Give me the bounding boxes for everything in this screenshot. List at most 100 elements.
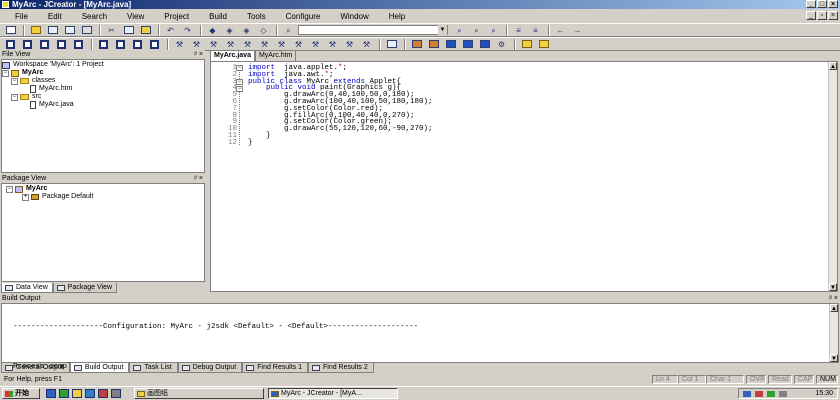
volume-icon[interactable] — [779, 391, 787, 397]
compile-project-icon[interactable]: ⚒ — [189, 39, 204, 50]
scroll-up-icon[interactable]: ▲ — [830, 304, 838, 312]
menu-view[interactable]: View — [116, 12, 153, 21]
expand-icon[interactable]: + — [22, 193, 29, 201]
tools-icon[interactable] — [477, 39, 492, 50]
new-field-icon[interactable] — [147, 39, 162, 50]
package-node[interactable]: + Package Default — [2, 193, 204, 201]
new-class-icon[interactable] — [96, 39, 111, 50]
rebuild-icon[interactable]: ⚒ — [223, 39, 238, 50]
context-help-icon[interactable] — [536, 39, 551, 50]
title-bar[interactable]: MyArc - JCreator - [MyArc.java] _ □ × — [0, 0, 840, 9]
tab-general-output[interactable]: General Output — [1, 363, 70, 373]
pin-icon[interactable]: ᵖ × — [829, 294, 838, 303]
stop-build-icon[interactable]: ⚒ — [240, 39, 255, 50]
collapse-icon[interactable]: − — [2, 69, 9, 77]
scroll-down-icon[interactable]: ▼ — [830, 354, 838, 362]
save-icon[interactable] — [45, 25, 60, 36]
forward-icon[interactable]: → — [570, 25, 585, 36]
editor-vertical-scrollbar[interactable]: ▲ ▼ — [828, 62, 837, 291]
clock[interactable]: 15:30 — [815, 389, 833, 399]
code-editor[interactable]: 1 2 3 4 5 6 7 8 9 10 11 12 − − − import java.applet… — [210, 61, 838, 292]
build-project-icon[interactable]: ⚒ — [206, 39, 221, 50]
scroll-up-icon[interactable]: ▲ — [829, 62, 837, 70]
build-output-scrollbar[interactable]: ▲ ▼ — [829, 304, 838, 362]
outdent-icon[interactable]: ≡ — [528, 25, 543, 36]
maximize-button[interactable]: □ — [817, 0, 827, 8]
debug-icon[interactable]: ⚒ — [274, 39, 289, 50]
toggle-breakpoint-icon[interactable]: ⚒ — [359, 39, 374, 50]
collapse-icon[interactable]: − — [11, 93, 18, 101]
paste-icon[interactable] — [138, 25, 153, 36]
clear-bookmarks-icon[interactable]: ◇ — [256, 25, 271, 36]
tab-package-view[interactable]: Package View — [52, 283, 118, 293]
code-line[interactable]: } — [248, 139, 433, 147]
bookmark-icon[interactable]: ◆ — [205, 25, 220, 36]
app-icon[interactable] — [98, 389, 108, 398]
tab-build-output[interactable]: Build Output — [69, 363, 130, 373]
ie-icon[interactable] — [46, 389, 56, 398]
file-node-java[interactable]: MyArc.java — [2, 101, 204, 109]
doc-close-button[interactable]: × — [828, 11, 838, 20]
find-icon[interactable]: ⌕ — [281, 25, 296, 36]
package-project-node[interactable]: − MyArc — [2, 185, 204, 193]
run-to-cursor-icon[interactable]: ⚒ — [342, 39, 357, 50]
tab-debug-output[interactable]: Debug Output — [177, 363, 243, 373]
menu-window[interactable]: Window — [329, 12, 377, 21]
tab-task-list[interactable]: Task List — [129, 363, 178, 373]
output-window-icon[interactable] — [20, 39, 35, 50]
print-icon[interactable] — [79, 25, 94, 36]
build-output-panel[interactable]: --------------------Configuration: MyArc… — [1, 303, 839, 371]
menu-help[interactable]: Help — [378, 12, 414, 21]
project-node[interactable]: − MyArc — [2, 69, 204, 77]
tab-find-results-2[interactable]: Find Results 2 — [307, 363, 374, 373]
menu-edit[interactable]: Edit — [37, 12, 71, 21]
task-button-paint[interactable]: 画图纸 — [134, 388, 264, 399]
tab-find-results-1[interactable]: Find Results 1 — [242, 363, 308, 373]
find-in-files-icon[interactable]: ⌕ — [452, 25, 467, 36]
pin-icon[interactable]: ᵖ × — [194, 50, 203, 59]
code-line[interactable]: } — [248, 132, 433, 140]
menu-configure[interactable]: Configure — [275, 12, 330, 21]
undo-icon[interactable]: ↶ — [163, 25, 178, 36]
input-method-icon[interactable] — [767, 391, 775, 397]
prev-bookmark-icon[interactable]: ◈ — [222, 25, 237, 36]
step-out-icon[interactable]: ⚒ — [325, 39, 340, 50]
step-into-icon[interactable]: ⚒ — [291, 39, 306, 50]
start-button[interactable]: 开始 — [2, 388, 40, 399]
redo-icon[interactable]: ↷ — [180, 25, 195, 36]
pin-icon[interactable]: ᵖ × — [194, 174, 203, 183]
explorer-icon[interactable] — [72, 389, 82, 398]
step-over-icon[interactable]: ⚒ — [308, 39, 323, 50]
back-icon[interactable]: ← — [553, 25, 568, 36]
fold-toggle-icon[interactable]: − — [236, 65, 243, 71]
tab-myarc-htm[interactable]: MyArc.htm — [254, 50, 297, 61]
new-interface-icon[interactable] — [113, 39, 128, 50]
file-view-header[interactable]: File View ᵖ × — [0, 50, 205, 59]
code-line[interactable]: g.drawArc(55,120,120,60,-90,270); — [248, 125, 433, 133]
package-view-header[interactable]: Package View ᵖ × — [0, 174, 205, 183]
build-output-header[interactable]: Build Output ᵖ × — [0, 294, 840, 303]
help-icon[interactable] — [519, 39, 534, 50]
menu-build[interactable]: Build — [198, 12, 236, 21]
package-view-icon[interactable] — [37, 39, 52, 50]
doc-minimize-button[interactable]: _ — [806, 11, 816, 20]
fold-toggle-icon[interactable]: − — [236, 79, 243, 85]
app-icon[interactable] — [111, 389, 121, 398]
desktop-icon[interactable] — [59, 389, 69, 398]
menu-project[interactable]: Project — [153, 12, 198, 21]
collapse-icon[interactable]: − — [6, 185, 13, 193]
menu-search[interactable]: Search — [71, 12, 116, 21]
class-wizard-icon[interactable] — [443, 39, 458, 50]
folder-node-src[interactable]: − src — [2, 93, 204, 101]
network-icon[interactable] — [743, 391, 751, 397]
options-icon[interactable]: ⚙ — [494, 39, 509, 50]
fold-toggle-icon[interactable]: − — [236, 86, 243, 92]
close-button[interactable]: × — [828, 0, 838, 8]
doc-restore-button[interactable]: ▫ — [817, 11, 827, 20]
workspace-node[interactable]: Workspace 'MyArc': 1 Project — [2, 61, 204, 69]
find-next-icon[interactable]: ⌕ — [486, 25, 501, 36]
export-icon[interactable] — [426, 39, 441, 50]
menu-tools[interactable]: Tools — [236, 12, 275, 21]
copy-icon[interactable] — [121, 25, 136, 36]
save-all-icon[interactable] — [62, 25, 77, 36]
